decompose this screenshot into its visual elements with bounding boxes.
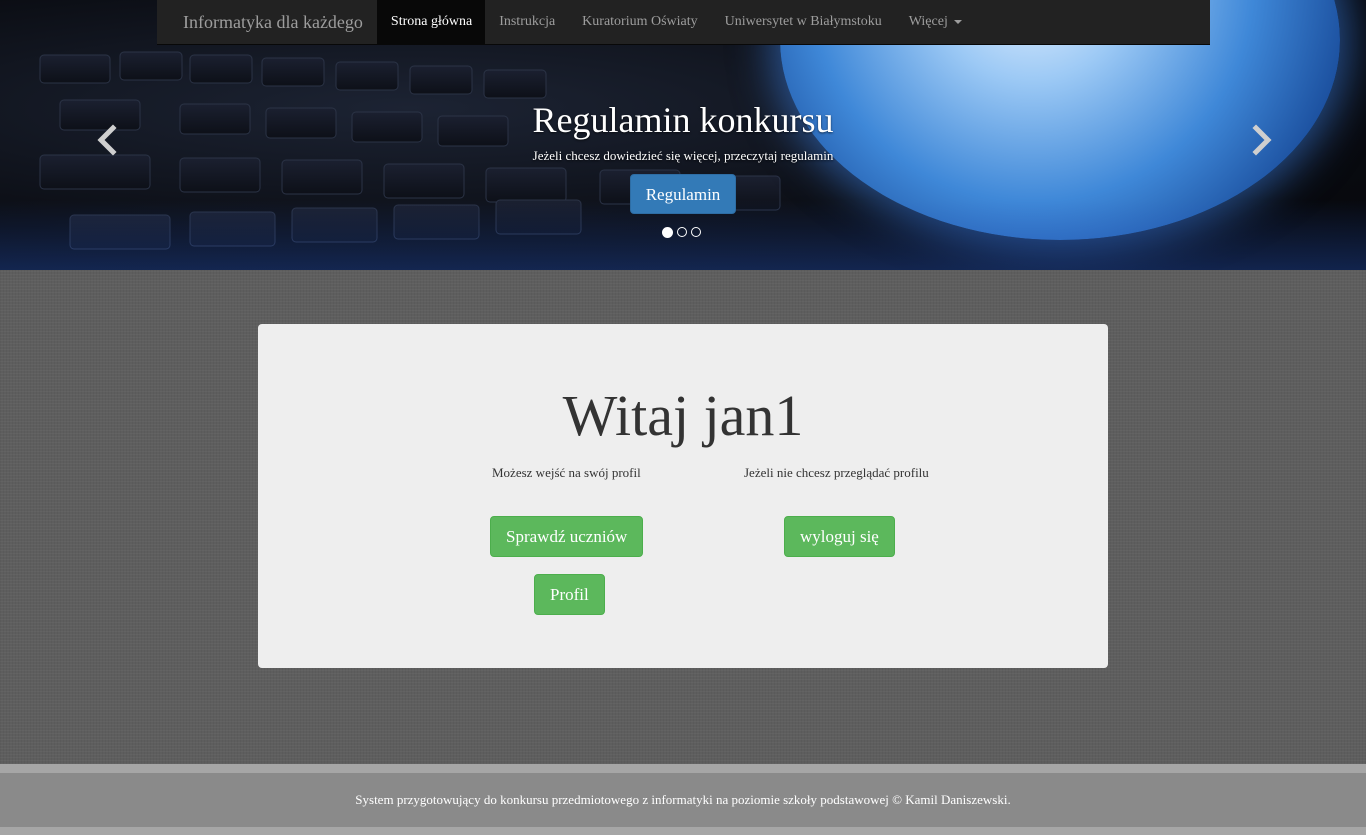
carousel-title: Regulamin konkursu [532, 100, 834, 140]
nav-item-home[interactable]: Strona główna [376, 0, 486, 45]
profile-hint-text: Możesz wejść na swój profil [492, 465, 641, 480]
welcome-panel: Witaj jan1 Możesz wejść na swój profil J… [258, 324, 1108, 668]
carousel-indicator-3[interactable] [691, 227, 701, 237]
carousel-caption: Regulamin konkursu Jeżeli chcesz dowiedz… [483, 100, 883, 214]
regulamin-button[interactable]: Regulamin [629, 174, 737, 214]
logout-button[interactable]: wyloguj się [784, 516, 895, 557]
footer: System przygotowujący do konkursu przedm… [0, 773, 1366, 827]
carousel-next-button[interactable] [1246, 122, 1276, 158]
carousel-indicator-2[interactable] [677, 227, 687, 237]
carousel-prev-button[interactable] [93, 122, 123, 158]
welcome-heading: Witaj jan1 [562, 383, 804, 448]
footer-text: System przygotowujący do konkursu przedm… [355, 792, 1011, 807]
nav-item-kuratorium[interactable]: Kuratorium Oświaty [568, 0, 710, 45]
logout-hint-text: Jeżeli nie chcesz przeglądać profilu [744, 465, 929, 480]
footer-bottom-strip [0, 827, 1366, 835]
profile-button[interactable]: Profil [534, 574, 605, 615]
navbar-brand[interactable]: Informatyka dla każdego [157, 0, 377, 45]
nav-item-more-label: Więcej [908, 14, 948, 29]
chevron-right-icon [1252, 124, 1272, 156]
footer-top-strip [0, 764, 1366, 773]
carousel-indicator-1[interactable] [662, 227, 673, 238]
chevron-left-icon [97, 124, 117, 156]
nav-item-university[interactable]: Uniwersytet w Białymstoku [711, 0, 895, 45]
carousel-text: Jeżeli chcesz dowiedzieć się więcej, prz… [532, 148, 834, 163]
caret-down-icon [953, 20, 962, 24]
navbar: Informatyka dla każdego Strona główna In… [157, 0, 1210, 45]
nav-item-more-dropdown[interactable]: Więcej [895, 0, 975, 45]
carousel-indicators [662, 227, 701, 238]
check-students-button[interactable]: Sprawdź uczniów [490, 516, 644, 557]
nav-item-instructions[interactable]: Instrukcja [485, 0, 568, 45]
